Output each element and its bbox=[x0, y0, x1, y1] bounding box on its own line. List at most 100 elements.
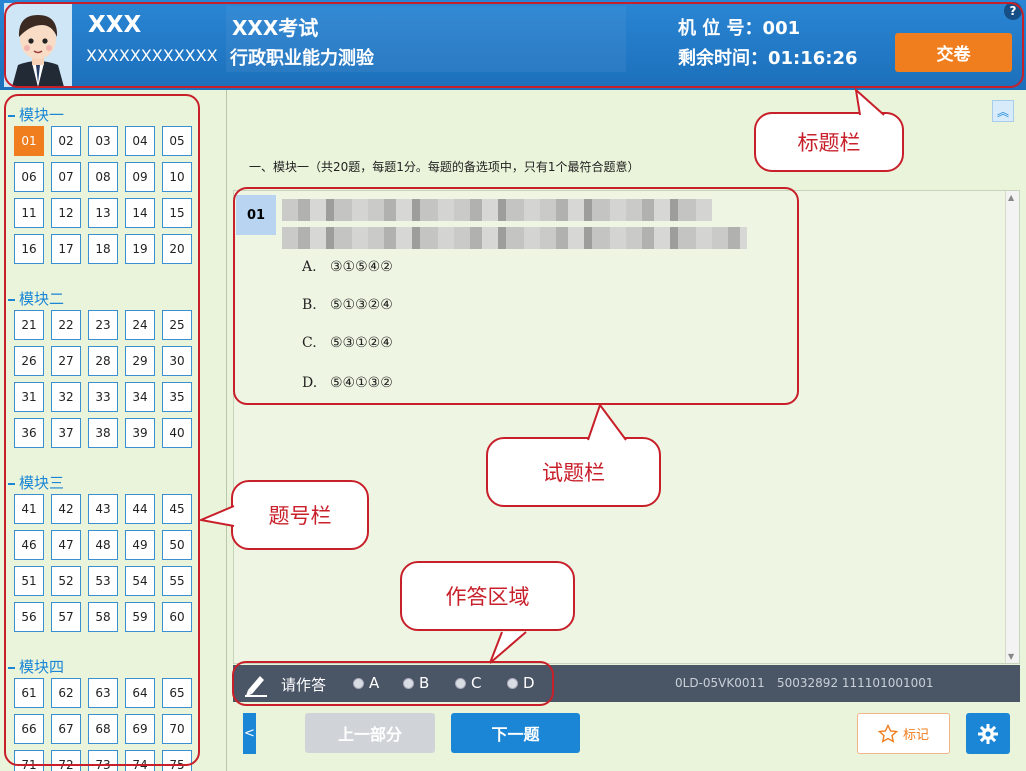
radio-dot[interactable] bbox=[353, 677, 364, 689]
question-number-button[interactable]: 65 bbox=[162, 678, 192, 708]
question-number-button[interactable]: 35 bbox=[162, 382, 192, 412]
next-question-button[interactable]: 下一题 bbox=[451, 713, 580, 753]
answer-radio-a[interactable]: A bbox=[353, 674, 379, 692]
question-number-button[interactable]: 01 bbox=[14, 126, 44, 156]
question-number-button[interactable]: 62 bbox=[51, 678, 81, 708]
question-number-button[interactable]: 49 bbox=[125, 530, 155, 560]
settings-button[interactable] bbox=[966, 713, 1010, 754]
question-scrollbar[interactable]: ▲ ▼ bbox=[1005, 191, 1019, 663]
question-number-button[interactable]: 27 bbox=[51, 346, 81, 376]
question-number-button[interactable]: 08 bbox=[88, 162, 118, 192]
question-number-button[interactable]: 40 bbox=[162, 418, 192, 448]
question-number-button[interactable]: 28 bbox=[88, 346, 118, 376]
question-number-button[interactable]: 09 bbox=[125, 162, 155, 192]
collapse-up-icon[interactable]: ︽ bbox=[992, 100, 1014, 122]
question-number-button[interactable]: 44 bbox=[125, 494, 155, 524]
callout-pointer bbox=[854, 87, 885, 116]
prev-section-button[interactable]: 上一部分 bbox=[305, 713, 435, 753]
question-number-button[interactable]: 53 bbox=[88, 566, 118, 596]
question-number-button[interactable]: 57 bbox=[51, 602, 81, 632]
question-number-button[interactable]: 51 bbox=[14, 566, 44, 596]
question-number-button[interactable]: 36 bbox=[14, 418, 44, 448]
callout-pointer bbox=[489, 631, 527, 664]
question-number-button[interactable]: 29 bbox=[125, 346, 155, 376]
question-number-button[interactable]: 17 bbox=[51, 234, 81, 264]
question-number-button[interactable]: 31 bbox=[14, 382, 44, 412]
help-icon[interactable]: ? bbox=[1004, 2, 1022, 20]
question-number-button[interactable]: 26 bbox=[14, 346, 44, 376]
radio-dot[interactable] bbox=[507, 677, 518, 689]
question-number-button[interactable]: 15 bbox=[162, 198, 192, 228]
radio-dot[interactable] bbox=[455, 677, 466, 689]
question-number-button[interactable]: 59 bbox=[125, 602, 155, 632]
answer-radio-b[interactable]: B bbox=[403, 674, 429, 692]
option-c: C. ⑤③①②④ bbox=[302, 335, 393, 351]
question-number-button[interactable]: 47 bbox=[51, 530, 81, 560]
question-number-button[interactable]: 32 bbox=[51, 382, 81, 412]
question-number-button[interactable]: 60 bbox=[162, 602, 192, 632]
question-number-button[interactable]: 61 bbox=[14, 678, 44, 708]
question-number-button[interactable]: 16 bbox=[14, 234, 44, 264]
question-number-button[interactable]: 74 bbox=[125, 750, 155, 771]
question-number-button[interactable]: 21 bbox=[14, 310, 44, 340]
seat-number: 机 位 号：001 bbox=[678, 14, 800, 40]
question-number-button[interactable]: 46 bbox=[14, 530, 44, 560]
exam-window: XXX XXXXXXXXXXXX XXX考试 行政职业能力测验 机 位 号：00… bbox=[0, 0, 1026, 771]
question-number-button[interactable]: 58 bbox=[88, 602, 118, 632]
question-number-button[interactable]: 03 bbox=[88, 126, 118, 156]
question-number-button[interactable]: 34 bbox=[125, 382, 155, 412]
question-number-button[interactable]: 11 bbox=[14, 198, 44, 228]
question-number-button[interactable]: 70 bbox=[162, 714, 192, 744]
question-number-button[interactable]: 38 bbox=[88, 418, 118, 448]
question-number-button[interactable]: 63 bbox=[88, 678, 118, 708]
question-number-button[interactable]: 42 bbox=[51, 494, 81, 524]
question-number-button[interactable]: 19 bbox=[125, 234, 155, 264]
mark-button[interactable]: 标记 bbox=[857, 713, 950, 754]
question-number-button[interactable]: 04 bbox=[125, 126, 155, 156]
question-number-button[interactable]: 39 bbox=[125, 418, 155, 448]
question-number-button[interactable]: 41 bbox=[14, 494, 44, 524]
collapse-sidebar-button[interactable]: < bbox=[243, 713, 256, 754]
question-number-button[interactable]: 68 bbox=[88, 714, 118, 744]
question-number-button[interactable]: 43 bbox=[88, 494, 118, 524]
question-number-button[interactable]: 14 bbox=[125, 198, 155, 228]
question-number-button[interactable]: 05 bbox=[162, 126, 192, 156]
question-number-button[interactable]: 33 bbox=[88, 382, 118, 412]
question-number-button[interactable]: 52 bbox=[51, 566, 81, 596]
question-number-button[interactable]: 72 bbox=[51, 750, 81, 771]
question-number-button[interactable]: 69 bbox=[125, 714, 155, 744]
question-number-button[interactable]: 71 bbox=[14, 750, 44, 771]
question-number-button[interactable]: 55 bbox=[162, 566, 192, 596]
question-number-button[interactable]: 64 bbox=[125, 678, 155, 708]
question-number-button[interactable]: 10 bbox=[162, 162, 192, 192]
question-number-button[interactable]: 13 bbox=[88, 198, 118, 228]
question-number-button[interactable]: 07 bbox=[51, 162, 81, 192]
scroll-up-icon[interactable]: ▲ bbox=[1008, 193, 1014, 202]
question-number-button[interactable]: 67 bbox=[51, 714, 81, 744]
question-number-button[interactable]: 06 bbox=[14, 162, 44, 192]
submit-exam-button[interactable]: 交卷 bbox=[895, 33, 1012, 72]
question-number-button[interactable]: 45 bbox=[162, 494, 192, 524]
question-number-button[interactable]: 24 bbox=[125, 310, 155, 340]
question-number-button[interactable]: 30 bbox=[162, 346, 192, 376]
radio-dot[interactable] bbox=[403, 677, 414, 689]
question-number-button[interactable]: 73 bbox=[88, 750, 118, 771]
question-number-button[interactable]: 66 bbox=[14, 714, 44, 744]
scroll-down-icon[interactable]: ▼ bbox=[1008, 652, 1014, 661]
question-number-button[interactable]: 37 bbox=[51, 418, 81, 448]
question-number-button[interactable]: 48 bbox=[88, 530, 118, 560]
pen-icon bbox=[245, 676, 267, 697]
question-number-button[interactable]: 23 bbox=[88, 310, 118, 340]
question-number-button[interactable]: 18 bbox=[88, 234, 118, 264]
question-number-button[interactable]: 50 bbox=[162, 530, 192, 560]
question-number-button[interactable]: 22 bbox=[51, 310, 81, 340]
answer-radio-d[interactable]: D bbox=[507, 674, 535, 692]
question-number-button[interactable]: 02 bbox=[51, 126, 81, 156]
question-number-button[interactable]: 54 bbox=[125, 566, 155, 596]
question-number-button[interactable]: 25 bbox=[162, 310, 192, 340]
question-number-button[interactable]: 56 bbox=[14, 602, 44, 632]
answer-radio-c[interactable]: C bbox=[455, 674, 481, 692]
question-number-button[interactable]: 75 bbox=[162, 750, 192, 771]
question-number-button[interactable]: 12 bbox=[51, 198, 81, 228]
question-number-button[interactable]: 20 bbox=[162, 234, 192, 264]
